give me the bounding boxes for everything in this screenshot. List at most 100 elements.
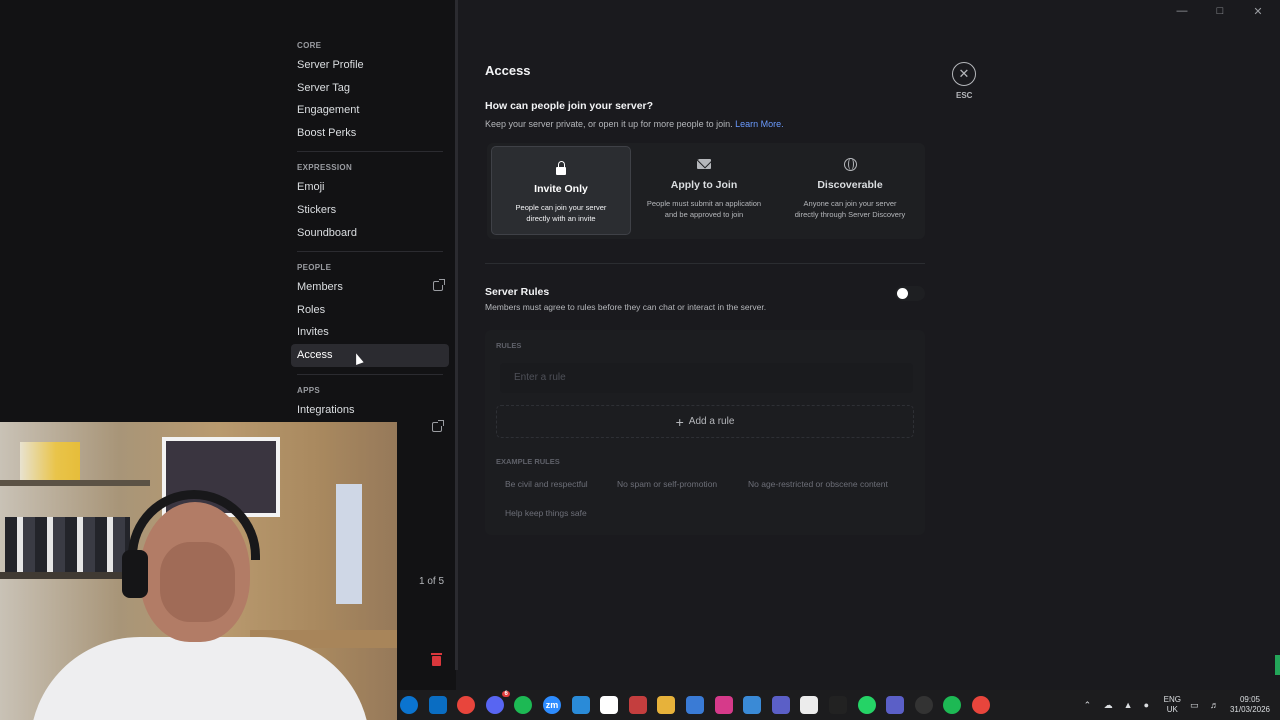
nav-item-server-profile[interactable]: Server Profile — [291, 54, 449, 77]
discord-icon[interactable]: 6 — [485, 691, 510, 714]
sidebar-scrollbar[interactable] — [455, 0, 458, 670]
globe-icon — [843, 157, 857, 171]
capcut-icon[interactable] — [600, 696, 619, 714]
server-rules-toggle[interactable] — [895, 286, 925, 301]
chrome-icon[interactable] — [457, 696, 476, 714]
nav-item-soundboard[interactable]: Soundboard — [291, 222, 449, 245]
wifi-icon[interactable]: ▲ — [1124, 700, 1135, 710]
esc-label: ESC — [956, 91, 973, 100]
example-rules-header: EXAMPLE RULES — [496, 457, 560, 466]
nav-divider — [297, 151, 443, 153]
nav-section-header: EXPRESSION — [297, 163, 353, 173]
nav-item-engagement[interactable]: Engagement — [291, 99, 449, 122]
teams-work-icon[interactable] — [886, 696, 905, 714]
webcam-shelf-jugs — [20, 442, 80, 480]
vl-app-icon[interactable] — [828, 696, 847, 714]
add-rule-button[interactable]: + Add a rule — [496, 405, 914, 438]
section-divider — [485, 263, 925, 264]
nav-section-header: CORE — [297, 41, 322, 50]
nav-section-header: APPS — [297, 385, 320, 395]
nav-item-access[interactable]: Access — [291, 343, 449, 367]
nav-item-stickers[interactable]: Stickers — [291, 199, 449, 222]
learn-more-link[interactable]: Learn More. — [735, 119, 784, 129]
zoom-icon[interactable]: zm — [542, 696, 561, 714]
page-title: Access — [485, 63, 531, 78]
display-icon[interactable]: ▭ — [1190, 700, 1201, 710]
steam-icon[interactable] — [914, 696, 933, 714]
chrome-2-icon[interactable] — [971, 696, 990, 714]
instagram-icon[interactable] — [714, 696, 733, 714]
nav-item-server-tag[interactable]: Server Tag — [291, 77, 449, 100]
headset-earcup — [122, 550, 148, 598]
rule-input[interactable]: Enter a rule — [500, 363, 913, 393]
edge-icon[interactable] — [400, 696, 418, 714]
teams-icon[interactable] — [771, 696, 790, 714]
language-bottom: UK — [1166, 705, 1178, 714]
webcam-shelf — [0, 480, 150, 486]
option-description: Anyone can join your server directly thr… — [794, 199, 906, 219]
nav-item-members[interactable]: Members — [291, 276, 449, 299]
webcam-overlay — [0, 422, 397, 720]
plus-icon: + — [675, 413, 684, 430]
nav-item-label: Members — [297, 281, 343, 294]
maximize-icon[interactable]: □ — [1214, 4, 1226, 18]
outlook-icon[interactable] — [428, 696, 447, 714]
media-app-icon[interactable] — [628, 696, 647, 714]
nav-item-roles[interactable]: Roles — [291, 299, 449, 322]
spotify-2-icon[interactable] — [943, 696, 962, 714]
scroll-indicator — [1275, 655, 1280, 675]
cloud-icon[interactable]: ☁ — [1104, 700, 1115, 710]
trash-icon[interactable] — [431, 653, 442, 666]
minimize-icon[interactable]: — — [1176, 4, 1188, 18]
join-options: Invite Only People can join your server … — [487, 143, 925, 239]
nav-item-invites[interactable]: Invites — [291, 321, 449, 344]
example-rule-chip[interactable]: Be civil and respectful — [496, 474, 597, 494]
close-icon: ✕ — [958, 66, 970, 81]
whatsapp-icon[interactable] — [857, 696, 876, 714]
webcam-shelf — [0, 572, 140, 579]
calculator-icon[interactable] — [743, 696, 762, 714]
option-discoverable[interactable]: Discoverable Anyone can join your server… — [777, 143, 923, 239]
example-rule-chip[interactable]: No spam or self-promotion — [608, 474, 726, 494]
lock-icon — [556, 160, 566, 175]
example-rule-chip[interactable]: Help keep things safe — [496, 503, 596, 523]
envelope-icon — [697, 159, 711, 169]
external-link-icon[interactable] — [432, 420, 444, 432]
language-top: ENG — [1163, 695, 1181, 704]
close-settings-button[interactable]: ✕ — [952, 62, 976, 86]
clock[interactable]: 09:05 31/03/2026 — [1230, 695, 1270, 715]
chevron-up-icon[interactable]: ⌃ — [1084, 700, 1095, 710]
taskbar-apps: 6 zm — [400, 691, 990, 714]
server-rules-description: Members must agree to rules before they … — [485, 302, 767, 312]
nav-divider — [297, 373, 443, 375]
vscode-icon[interactable] — [571, 696, 590, 714]
close-window-icon[interactable]: ✕ — [1252, 4, 1264, 18]
spotify-icon[interactable] — [514, 696, 533, 714]
document-icon[interactable] — [800, 696, 819, 714]
option-label: Invite Only — [534, 183, 588, 195]
clock-time: 09:05 — [1239, 695, 1260, 704]
speaker-icon[interactable]: ♬ — [1210, 700, 1221, 710]
file-explorer-icon[interactable] — [657, 696, 676, 714]
join-description: Keep your server private, or open it up … — [485, 119, 784, 129]
nav-item-boost-perks[interactable]: Boost Perks — [291, 122, 449, 145]
clock-date: 31/03/2026 — [1229, 705, 1270, 714]
rules-header: RULES — [496, 341, 522, 350]
nav-item-emoji[interactable]: Emoji — [291, 176, 449, 199]
example-rule-chip[interactable]: No age-restricted or obscene content — [739, 474, 897, 494]
option-invite-only[interactable]: Invite Only People can join your server … — [491, 146, 631, 235]
calendar-icon[interactable] — [685, 696, 704, 714]
external-link-icon — [433, 279, 445, 292]
webcam-poster — [336, 484, 362, 604]
language-indicator[interactable]: ENG UK — [1164, 695, 1181, 715]
option-description: People can join your server directly wit… — [515, 203, 607, 223]
nav-divider — [297, 251, 443, 253]
microphone-icon[interactable]: ● — [1144, 700, 1155, 710]
add-rule-label: Add a rule — [688, 416, 735, 427]
app-window: — □ ✕ CORE Server Profile Server Tag Eng… — [0, 0, 1280, 720]
option-label: Apply to Join — [670, 179, 738, 191]
option-apply-to-join[interactable]: Apply to Join People must submit an appl… — [631, 143, 777, 239]
system-tray: ⌃ ☁ ▲ ● ENG UK ▭ ♬ 09:05 31/03/2026 — [1084, 690, 1280, 720]
settings-nav: CORE Server Profile Server Tag Engagemen… — [291, 38, 449, 421]
nav-item-integrations[interactable]: Integrations — [291, 399, 449, 422]
